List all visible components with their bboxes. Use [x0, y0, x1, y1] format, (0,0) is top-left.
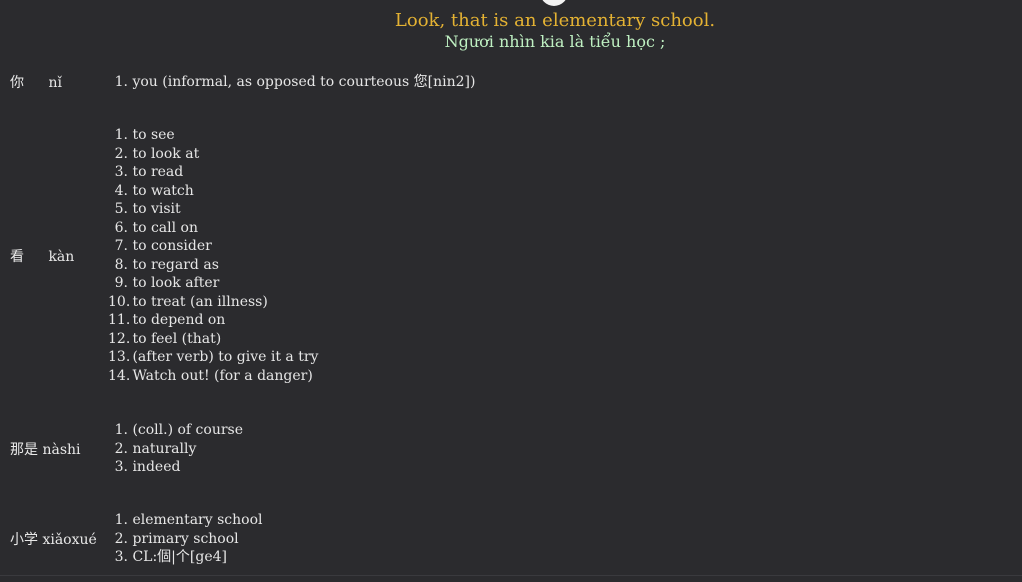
dictionary-entry: 看 kàn 1. to see 2. to look at 3. to read 4. … [10, 126, 1010, 385]
definition-item: 1. to see [108, 126, 318, 145]
definition-list: 1. (coll.) of course 2. naturally 3. indee… [108, 421, 243, 477]
definition-item: 2. to look at [108, 145, 318, 164]
sentence-header: Look, that is an elementary school. Ngươ… [0, 10, 1022, 52]
headword-pinyin: xiǎoxué [38, 531, 97, 548]
definition-item: 12. to feel (that) [108, 330, 318, 349]
definition-text: indeed [128, 459, 181, 475]
definition-number: 1. [114, 127, 128, 143]
definition-number: 2. [114, 530, 128, 547]
definition-text: (coll.) of course [128, 422, 244, 438]
definition-list: 1. elementary school 2. primary school 3. … [108, 511, 263, 567]
headword-hanzi: 小学 [10, 531, 38, 548]
definition-item: 10. to treat (an illness) [108, 293, 318, 312]
definition-number: 3. [114, 549, 128, 565]
definition-number: 14. [108, 367, 131, 384]
definition-text: you (informal, as opposed to courteous 您… [128, 73, 476, 90]
definition-number: 1. [114, 512, 128, 528]
definition-number: 6. [114, 219, 128, 236]
definition-text: to read [128, 164, 184, 180]
definition-text: to watch [128, 182, 194, 199]
definition-item: 2. primary school [108, 530, 262, 549]
definition-item: 9. to look after [108, 274, 318, 293]
definition-item: 3. indeed [108, 458, 243, 477]
definition-number: 1. [114, 422, 128, 438]
definition-text: to regard as [128, 256, 219, 273]
definition-item: 3. CL:個|个[ge4] [108, 548, 262, 567]
top-circle-icon [540, 0, 568, 6]
definition-text: (after verb) to give it a try [128, 349, 319, 365]
definition-text: to feel (that) [128, 330, 222, 347]
headword-pinyin: kàn [44, 248, 75, 265]
dictionary-entry: 小学 xiǎoxué 1. elementary school 2. primary… [10, 511, 1010, 567]
definition-item: 11. to depend on [108, 311, 318, 330]
definition-item: 6. to call on [108, 219, 318, 238]
definition-item: 13. (after verb) to give it a try [108, 348, 318, 367]
definition-text: to see [128, 127, 175, 143]
definition-text: to visit [128, 201, 181, 217]
definition-text: naturally [128, 440, 197, 457]
headword: 那是 nàshi [10, 439, 108, 459]
headword-hanzi: 你 [10, 75, 24, 91]
definition-text: to look at [128, 145, 200, 162]
definition-number: 2. [114, 145, 128, 162]
headword: 你 nǐ [10, 72, 108, 92]
definition-item: 5. to visit [108, 200, 318, 219]
definition-text: primary school [128, 530, 239, 547]
definition-text: to call on [128, 219, 198, 236]
definition-item: 4. to watch [108, 182, 318, 201]
definition-text: to treat (an illness) [128, 293, 268, 310]
sentence-vietnamese: Ngươi nhìn kia là tiểu học ; [444, 32, 666, 51]
definition-number: 3. [114, 164, 128, 180]
definition-text: Watch out! (for a danger) [128, 367, 313, 384]
definition-number: 1. [114, 73, 128, 90]
definition-text: elementary school [128, 512, 263, 528]
definition-number: 7. [114, 238, 128, 254]
dictionary-entry: 你 nǐ 1. you (informal, as opposed to cour… [10, 72, 1010, 92]
definition-item: 8. to regard as [108, 256, 318, 275]
definition-text: CL:個|个[ge4] [128, 549, 227, 565]
dictionary-entry: 那是 nàshi 1. (coll.) of course 2. naturally… [10, 421, 1010, 477]
divider [0, 575, 1022, 576]
headword-pinyin: nàshi [38, 441, 81, 458]
sentence-english: Look, that is an elementary school. [394, 10, 716, 31]
definition-number: 5. [114, 201, 128, 217]
headword: 小学 xiǎoxué [10, 529, 108, 549]
definition-number: 8. [114, 256, 128, 273]
definition-list: 1. to see 2. to look at 3. to read 4. to wa… [108, 126, 318, 385]
definition-number: 4. [114, 182, 128, 199]
definition-item: 1. you (informal, as opposed to courteou… [108, 73, 476, 92]
definition-text: to look after [128, 275, 220, 291]
headword-hanzi: 看 [10, 248, 24, 265]
definition-number: 10. [108, 293, 131, 310]
headword: 看 kàn [10, 246, 108, 266]
definition-list: 1. you (informal, as opposed to courteou… [108, 73, 476, 92]
definition-item: 1. (coll.) of course [108, 421, 243, 440]
definition-number: 3. [114, 459, 128, 475]
definition-number: 2. [114, 440, 128, 457]
definition-item: 3. to read [108, 163, 318, 182]
definition-number: 11. [108, 312, 131, 328]
definition-number: 13. [108, 349, 131, 365]
headword-hanzi: 那是 [10, 441, 38, 458]
definition-text: to consider [128, 238, 212, 254]
definition-item: 14. Watch out! (for a danger) [108, 367, 318, 386]
definition-item: 7. to consider [108, 237, 318, 256]
headword-pinyin: nǐ [44, 75, 62, 91]
definition-text: to depend on [128, 312, 226, 328]
definition-number: 12. [108, 330, 131, 347]
definition-item: 1. elementary school [108, 511, 263, 530]
definition-item: 2. naturally [108, 440, 243, 459]
definition-number: 9. [114, 275, 128, 291]
